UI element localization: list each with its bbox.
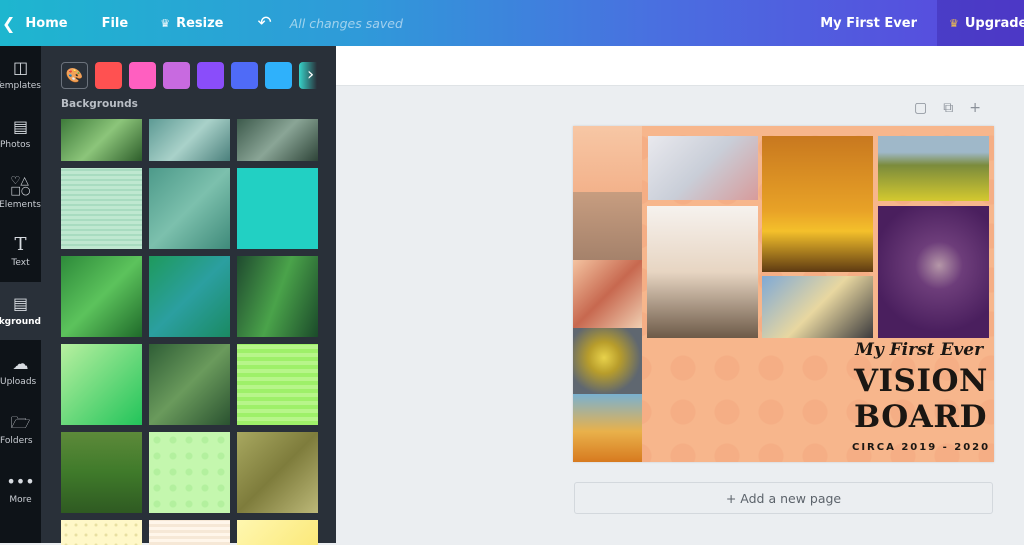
color-swatch[interactable]	[129, 62, 156, 89]
note-icon[interactable]: ▢	[914, 100, 927, 116]
color-palette-button[interactable]: 🎨	[61, 62, 88, 89]
sidebar-item-elements[interactable]: ♡△ □○ Elements	[0, 164, 41, 222]
upgrade-label: Upgrade	[964, 15, 1024, 31]
color-swatch[interactable]	[95, 62, 122, 89]
background-tile[interactable]	[149, 344, 230, 425]
design-page[interactable]: My First Ever VISION BOARD CIRCA 2019 - …	[573, 126, 994, 462]
sidebar-item-templates[interactable]: ◫ Templates	[0, 46, 41, 104]
sidebar-item-label: Text	[11, 258, 30, 268]
design-title[interactable]: My First Ever	[800, 0, 937, 46]
sidebar-item-background[interactable]: ▤ Background	[0, 282, 41, 340]
sidebar-item-more[interactable]: ••• More	[0, 460, 41, 518]
chevron-left-icon: ❮	[2, 13, 16, 33]
undo-button[interactable]: ↶	[247, 0, 281, 46]
add-new-page-button[interactable]: + Add a new page	[574, 482, 993, 514]
background-tile[interactable]	[149, 119, 230, 161]
sidebar-item-label: Elements	[0, 200, 41, 210]
background-tile[interactable]	[61, 168, 142, 249]
color-swatch[interactable]	[231, 62, 258, 89]
background-icon: ▤	[12, 294, 29, 313]
design-heading-vision[interactable]: VISION	[854, 363, 988, 399]
file-label: File	[101, 15, 129, 31]
background-tile[interactable]	[237, 119, 318, 161]
design-title-text: My First Ever	[820, 15, 917, 31]
background-tile[interactable]	[237, 432, 318, 513]
section-title: Backgrounds	[61, 98, 138, 110]
photo-home-pillows[interactable]	[648, 136, 758, 200]
editor-toolbar	[336, 46, 1024, 86]
sidebar-item-label: Background	[0, 317, 41, 327]
background-tile[interactable]	[149, 432, 230, 513]
duplicate-page-icon[interactable]: ⧉	[943, 100, 953, 116]
color-swatch[interactable]	[163, 62, 190, 89]
resize-label: Resize	[176, 15, 224, 31]
design-subtitle[interactable]: My First Ever	[855, 340, 983, 360]
background-tile[interactable]	[237, 168, 318, 249]
text-icon: T	[14, 234, 27, 255]
photo-mother-child[interactable]	[647, 206, 758, 338]
photo-paint-brushes[interactable]	[762, 276, 873, 338]
photos-icon: ▤	[12, 117, 29, 136]
sidebar-item-label: Templates	[0, 81, 41, 91]
photo-cocktail[interactable]	[573, 126, 642, 192]
color-swatch[interactable]	[197, 62, 224, 89]
background-tile[interactable]	[149, 520, 230, 545]
photo-woman-field[interactable]	[878, 136, 989, 201]
side-nav: ◫ Templates ▤ Photos ♡△□○ Elements T Tex…	[0, 46, 41, 543]
sidebar-item-label: Uploads	[0, 377, 37, 387]
color-swatches: 🎨	[61, 62, 317, 89]
elements-icon: ♡△ □○	[10, 174, 31, 197]
background-tile[interactable]	[149, 168, 230, 249]
upgrade-button[interactable]: ♛ Upgrade	[937, 0, 1024, 46]
background-tile[interactable]	[237, 520, 318, 545]
more-dots-icon: •••	[6, 472, 35, 491]
chevron-right-icon[interactable]: ›	[307, 64, 314, 85]
design-caption[interactable]: CIRCA 2019 - 2020	[852, 442, 990, 453]
photo-tree-sunset[interactable]	[573, 394, 642, 462]
folder-icon: 🗁	[10, 413, 31, 432]
background-tile[interactable]	[61, 520, 142, 545]
sidebar-item-text[interactable]: T Text	[0, 223, 41, 281]
page-tools: ▢ ⧉ +	[914, 100, 981, 116]
background-tile[interactable]	[61, 119, 142, 161]
crown-icon: ♛	[160, 16, 171, 30]
file-menu-button[interactable]: File	[92, 0, 139, 46]
top-bar: ❮ Home File ♛ Resize ↶ All changes saved…	[0, 0, 1024, 46]
background-tile[interactable]	[149, 256, 230, 337]
upload-cloud-icon: ☁	[12, 354, 29, 373]
background-panel: 🎨 › Backgrounds	[41, 46, 336, 545]
palette-icon: 🎨	[65, 67, 84, 84]
background-tile[interactable]	[61, 256, 142, 337]
undo-icon: ↶	[257, 13, 272, 33]
resize-button[interactable]: ♛ Resize	[150, 0, 233, 46]
background-tile[interactable]	[61, 432, 142, 513]
design-heading-board[interactable]: BOARD	[854, 399, 987, 435]
background-tile[interactable]	[237, 344, 318, 425]
sidebar-item-uploads[interactable]: ☁ Uploads	[0, 342, 41, 400]
sidebar-item-photos[interactable]: ▤ Photos	[0, 105, 41, 163]
photo-heart-sunset[interactable]	[762, 136, 873, 272]
crown-icon: ♛	[949, 16, 959, 30]
photo-typewriter[interactable]	[573, 192, 642, 260]
home-button[interactable]: ❮ Home	[0, 0, 78, 46]
sidebar-item-label: Folders	[0, 436, 33, 446]
color-swatch[interactable]	[265, 62, 292, 89]
photo-yellow-flowers[interactable]	[573, 328, 642, 394]
background-tile[interactable]	[237, 256, 318, 337]
sidebar-item-folders[interactable]: 🗁 Folders	[0, 401, 41, 459]
background-tile[interactable]	[61, 344, 142, 425]
photo-crystals[interactable]	[878, 206, 989, 338]
background-grid	[61, 119, 318, 545]
photo-tools[interactable]	[573, 260, 642, 328]
add-page-icon[interactable]: +	[969, 100, 981, 116]
sidebar-item-label: More	[9, 495, 32, 505]
home-label: Home	[25, 15, 68, 31]
save-status: All changes saved	[289, 15, 403, 31]
templates-icon: ◫	[12, 58, 29, 77]
sidebar-item-label: Photos	[0, 140, 31, 150]
